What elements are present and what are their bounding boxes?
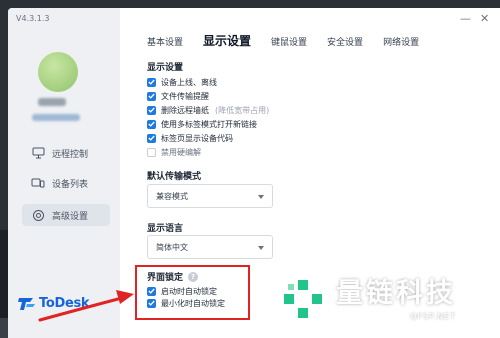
chevron-down-icon [258,246,264,250]
sidebar-item-label: 高级设置 [52,211,89,222]
display-language-title: 显示语言 [147,224,184,234]
chevron-down-icon [258,195,264,199]
option-multi-tab-mode[interactable]: 使用多标签模式打开新链接 [147,118,257,130]
monitor-icon [30,145,46,161]
option-device-online-offline[interactable]: 设备上线、离线 [147,76,217,88]
tab-basic-settings[interactable]: 基本设置 [147,35,183,48]
option-label: 标签页显示设备代码 [161,133,233,143]
option-label: 文件传输提醒 [161,91,209,101]
sidebar-item-advanced-settings[interactable]: 高级设置 [22,204,110,226]
logo-text: ToDesk [39,296,90,311]
transfer-mode-select[interactable]: 兼容模式 [147,184,273,208]
tab-network-settings[interactable]: 网络设置 [383,35,419,48]
sidebar-item-label: 设备列表 [52,179,89,190]
option-hint: (降低宽带占用) [215,105,270,115]
blurred-device-id [32,114,80,121]
tab-display-settings[interactable]: 显示设置 [203,32,251,49]
watermark-url: QFSP.NET [410,312,456,321]
watermark: 量链科技 QFSP.NET [282,278,456,322]
watermark-logo-icon [284,280,322,318]
highlight-box [135,265,250,320]
settings-icon [30,207,46,223]
checkbox-checked-icon[interactable] [147,133,156,143]
close-button[interactable]: ✕ [480,12,489,25]
option-tab-show-device-code[interactable]: 标签页显示设备代码 [147,132,233,144]
minimize-button[interactable]: — [460,12,471,25]
option-file-transfer-alert[interactable]: 文件传输提醒 [147,90,209,102]
checkbox-checked-icon[interactable] [147,105,156,115]
display-language-value: 简体中文 [156,242,188,252]
checkbox-checked-icon[interactable] [147,119,156,129]
todesk-logo: ToDesk [18,296,90,311]
settings-tabs: 基本设置 显示设置 键鼠设置 安全设置 网络设置 [147,32,439,49]
option-label: 使用多标签模式打开新链接 [161,119,257,129]
transfer-mode-title: 默认传输模式 [147,172,202,182]
transfer-mode-value: 兼容模式 [156,191,188,201]
option-remove-remote-wallpaper[interactable]: 删除远程墙纸 (降低宽带占用) [147,104,269,116]
app-version: V4.3.1.3 [16,14,50,23]
display-language-select[interactable]: 简体中文 [147,235,273,259]
devices-icon [30,175,46,191]
option-label: 禁用硬编解 [161,147,201,157]
blurred-username [38,98,66,106]
tab-keyboard-mouse-settings[interactable]: 键鼠设置 [271,35,307,48]
sidebar-item-remote-control[interactable]: 远程控制 [22,142,110,164]
todesk-logo-icon [18,297,35,310]
watermark-name: 量链科技 [336,278,456,309]
checkbox-checked-icon[interactable] [147,77,156,87]
display-settings-title: 显示设置 [147,63,184,73]
avatar[interactable] [38,52,78,92]
sidebar-item-label: 远程控制 [52,149,89,160]
checkbox-checked-icon[interactable] [147,91,156,101]
sidebar: V4.3.1.3 远程控制 设备列表 高级设置 ToDesk [8,8,120,338]
option-disable-hardware-decoding[interactable]: 禁用硬编解 [147,146,201,158]
tab-security-settings[interactable]: 安全设置 [327,35,363,48]
option-label: 删除远程墙纸 [161,105,209,115]
sidebar-item-device-list[interactable]: 设备列表 [22,172,110,194]
option-label: 设备上线、离线 [161,77,217,87]
checkbox-unchecked-icon[interactable] [147,147,156,157]
